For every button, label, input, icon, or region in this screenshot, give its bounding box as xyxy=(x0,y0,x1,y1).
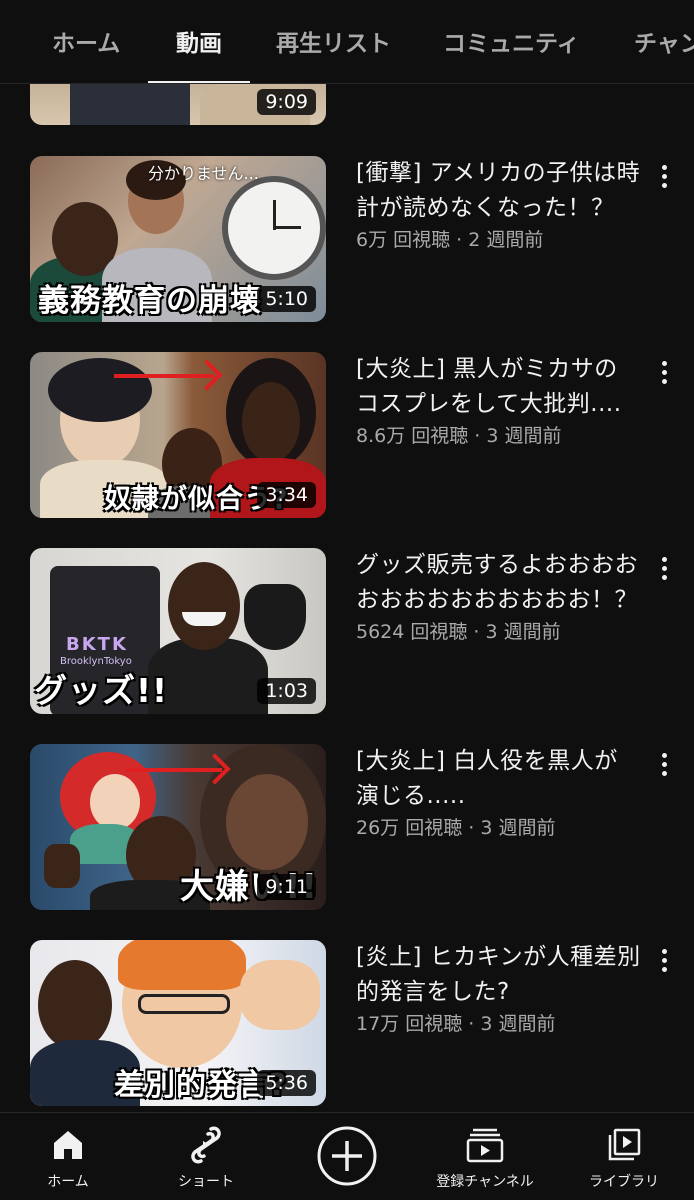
video-title[interactable]: [大炎上] 黒人がミカサのコスプレをして大批判.... xyxy=(356,352,641,422)
thumbnail-caption: グッズ!! xyxy=(34,671,169,710)
subscriptions-icon xyxy=(466,1128,504,1163)
video-item[interactable]: 分かりません... 義務教育の崩壊 5:10 [衝撃] アメリカの子供は時計が読… xyxy=(0,156,694,322)
video-thumbnail[interactable]: 奴隷が似合う? 3:34 xyxy=(30,352,326,518)
video-stats: 26万 回視聴 · 3 週間前 xyxy=(356,817,556,839)
video-item[interactable]: 大嫌い!! 9:11 [大炎上] 白人役を黒人が演じる..... 26万 回視聴… xyxy=(0,744,694,910)
tab-home[interactable]: ホーム xyxy=(52,0,120,83)
video-stats: 6万 回視聴 · 2 週間前 xyxy=(356,229,544,251)
video-thumbnail[interactable]: BKTK BrooklynTokyo グッズ!! 1:03 xyxy=(30,548,326,714)
video-title[interactable]: [炎上] ヒカキンが人種差別的発言をした? xyxy=(356,940,641,1010)
video-meta: [大炎上] 白人役を黒人が演じる..... 26万 回視聴 · 3 週間前 xyxy=(356,744,641,842)
video-duration: 5:10 xyxy=(257,286,316,312)
nav-label: 登録チャンネル xyxy=(436,1174,534,1190)
video-duration: 3:34 xyxy=(257,482,316,508)
more-options-icon[interactable] xyxy=(654,946,674,976)
video-thumbnail[interactable]: 分かりません... 義務教育の崩壊 5:10 xyxy=(30,156,326,322)
home-icon xyxy=(54,1131,82,1159)
video-stats: 5624 回視聴 · 3 週間前 xyxy=(356,621,561,643)
video-meta: [衝撃] アメリカの子供は時計が読めなくなった！？ 6万 回視聴 · 2 週間前 xyxy=(356,156,641,254)
nav-create[interactable] xyxy=(300,1113,394,1200)
nav-label: ショート xyxy=(178,1174,234,1190)
nav-label: ライブラリ xyxy=(589,1174,659,1190)
video-thumbnail[interactable]: 差別的発言? 5:36 xyxy=(30,940,326,1106)
bottom-navigation: ホーム ショート 登録チャンネル ライブラリ xyxy=(0,1112,694,1200)
video-stats: 8.6万 回視聴 · 3 週間前 xyxy=(356,425,562,447)
nav-subscriptions[interactable]: 登録チャンネル xyxy=(420,1113,550,1200)
video-meta: [炎上] ヒカキンが人種差別的発言をした? 17万 回視聴 · 3 週間前 xyxy=(356,940,641,1038)
video-title[interactable]: [大炎上] 白人役を黒人が演じる..... xyxy=(356,744,641,814)
nav-label: ホーム xyxy=(47,1174,89,1190)
video-thumbnail[interactable]: 大嫌い!! 9:11 xyxy=(30,744,326,910)
red-arrow-icon xyxy=(126,768,222,772)
video-stats: 17万 回視聴 · 3 週間前 xyxy=(356,1013,556,1035)
more-options-icon[interactable] xyxy=(654,750,674,780)
red-arrow-icon xyxy=(114,374,214,378)
shirt-logo-text: BKTK xyxy=(66,634,128,655)
tab-channel[interactable]: チャンネル xyxy=(634,0,694,83)
tab-community[interactable]: コミュニティ xyxy=(443,0,580,83)
more-options-icon[interactable] xyxy=(654,162,674,192)
more-options-icon[interactable] xyxy=(654,554,674,584)
nav-home[interactable]: ホーム xyxy=(20,1113,116,1200)
nav-library[interactable]: ライブラリ xyxy=(574,1113,674,1200)
video-duration: 9:09 xyxy=(257,89,316,115)
thumbnail-caption: 義務教育の崩壊 xyxy=(38,283,262,319)
video-item[interactable]: BKTK BrooklynTokyo グッズ!! 1:03 グッズ販売するよおお… xyxy=(0,548,694,714)
video-item[interactable]: 9:09 xyxy=(0,84,694,125)
tab-playlists[interactable]: 再生リスト xyxy=(276,0,391,83)
video-item[interactable]: 差別的発言? 5:36 [炎上] ヒカキンが人種差別的発言をした? 17万 回視… xyxy=(0,940,694,1106)
video-list: 9:09 分かりません... 義務教育の崩壊 5:10 [衝撃] アメリカの子供… xyxy=(0,84,694,1112)
video-item[interactable]: 奴隷が似合う? 3:34 [大炎上] 黒人がミカサのコスプレをして大批判....… xyxy=(0,352,694,518)
video-meta: [大炎上] 黒人がミカサのコスプレをして大批判.... 8.6万 回視聴 · 3… xyxy=(356,352,641,450)
create-icon xyxy=(317,1126,377,1186)
thumbnail-top-text: 分かりません... xyxy=(148,164,259,183)
nav-shorts[interactable]: ショート xyxy=(158,1113,254,1200)
more-options-icon[interactable] xyxy=(654,358,674,388)
video-meta: グッズ販売するよおおおおおおおおおおおおおお！？ 5624 回視聴 · 3 週間… xyxy=(356,548,641,646)
video-duration: 9:11 xyxy=(257,874,316,900)
channel-tab-bar: ホーム 動画 再生リスト コミュニティ チャンネル xyxy=(0,0,694,84)
shorts-icon xyxy=(191,1126,221,1164)
video-thumbnail[interactable]: 9:09 xyxy=(30,84,326,125)
video-title[interactable]: グッズ販売するよおおおおおおおおおおおおおお！？ xyxy=(356,548,641,618)
library-icon xyxy=(608,1128,641,1161)
video-duration: 1:03 xyxy=(257,678,316,704)
video-title[interactable]: [衝撃] アメリカの子供は時計が読めなくなった！？ xyxy=(356,156,641,226)
tab-videos[interactable]: 動画 xyxy=(148,0,250,83)
video-duration: 5:36 xyxy=(257,1070,316,1096)
